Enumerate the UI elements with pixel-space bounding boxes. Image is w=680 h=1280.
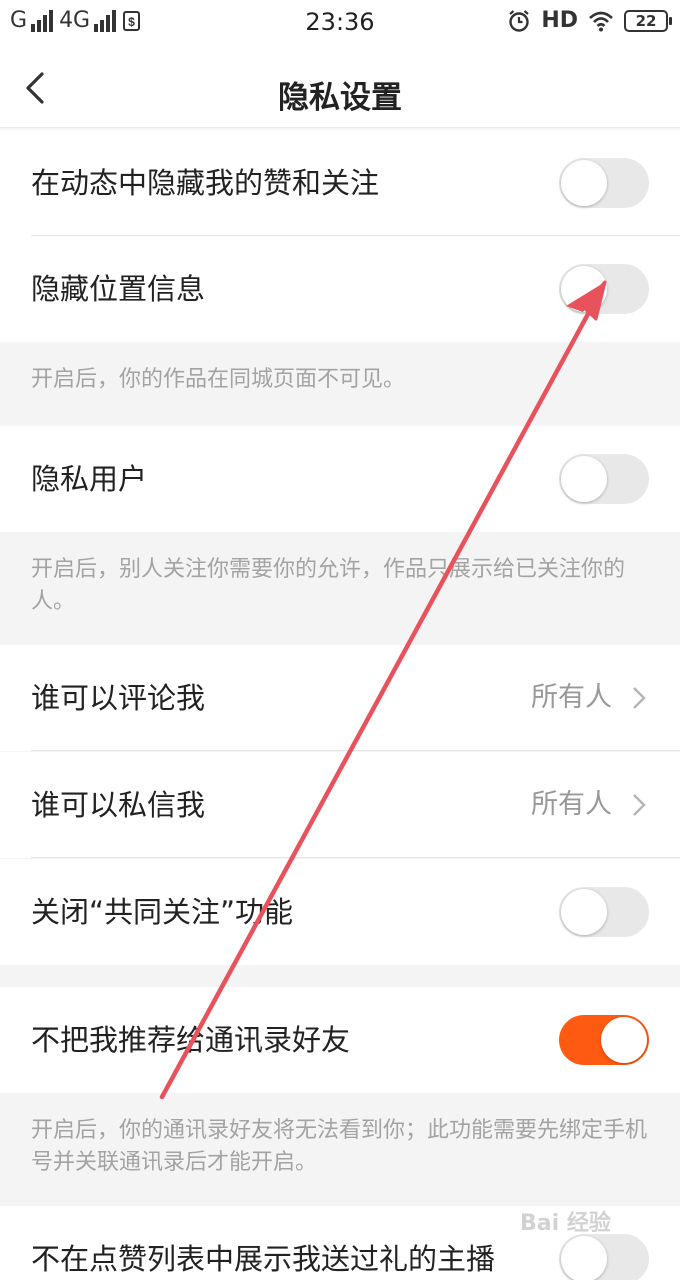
nav-bar: 隐私设置 — [0, 50, 680, 128]
status-icons: HD 22 — [497, 8, 672, 33]
alarm-icon — [509, 9, 530, 32]
hide-likes-toggle[interactable] — [559, 158, 649, 208]
private-user-toggle[interactable] — [559, 454, 649, 504]
divider — [31, 750, 680, 751]
setting-label: 关闭“共同关注”功能 — [31, 895, 294, 929]
setting-hide-likes[interactable]: 在动态中隐藏我的赞和关注 — [0, 130, 680, 236]
wifi-icon — [589, 11, 613, 31]
chevron-right-icon — [633, 687, 646, 709]
back-arrow-icon — [26, 72, 44, 104]
hd-label: HD — [541, 8, 578, 33]
setting-label: 不在点赞列表中展示我送过礼的主播 — [31, 1242, 496, 1276]
setting-label: 谁可以评论我 — [31, 681, 206, 715]
divider — [31, 857, 680, 858]
setting-label: 谁可以私信我 — [31, 788, 206, 822]
back-button[interactable] — [20, 68, 60, 108]
setting-mutual-follow[interactable]: 关闭“共同关注”功能 — [0, 859, 680, 965]
mutual-follow-toggle[interactable] — [559, 887, 649, 937]
hide-location-note: 开启后，你的作品在同城页面不可见。 — [0, 342, 680, 426]
setting-label: 不把我推荐给通讯录好友 — [31, 1023, 351, 1057]
setting-no-recommend-contacts[interactable]: 不把我推荐给通讯录好友 — [0, 987, 680, 1093]
setting-hide-location[interactable]: 隐藏位置信息 — [0, 236, 680, 342]
battery-level: 22 — [635, 11, 657, 30]
setting-who-comment[interactable]: 谁可以评论我 所有人 — [0, 645, 680, 751]
page-title: 隐私设置 — [278, 80, 402, 116]
hide-location-toggle[interactable] — [559, 264, 649, 314]
chevron-right-icon — [633, 794, 646, 816]
no-recommend-contacts-toggle[interactable] — [559, 1015, 649, 1065]
status-bar: G 4G $ 23:36 HD 22 — [0, 0, 680, 50]
setting-label: 在动态中隐藏我的赞和关注 — [31, 166, 380, 200]
who-message-value: 所有人 — [531, 789, 612, 820]
setting-label: 隐藏位置信息 — [31, 272, 206, 306]
private-user-note: 开启后，别人关注你需要你的允许，作品只展示给已关注你的人。 — [0, 532, 680, 645]
who-comment-value: 所有人 — [531, 682, 612, 713]
setting-label: 隐私用户 — [31, 462, 148, 496]
no-recommend-contacts-note: 开启后，你的通讯录好友将无法看到你；此功能需要先绑定手机号并关联通讯录后才能开启… — [0, 1093, 680, 1206]
setting-private-user[interactable]: 隐私用户 — [0, 426, 680, 532]
setting-who-message[interactable]: 谁可以私信我 所有人 — [0, 752, 680, 858]
battery-icon: 22 — [624, 9, 672, 32]
setting-hide-gift-hosts[interactable]: 不在点赞列表中展示我送过礼的主播 — [0, 1206, 680, 1280]
hide-gift-hosts-toggle[interactable] — [559, 1234, 649, 1280]
